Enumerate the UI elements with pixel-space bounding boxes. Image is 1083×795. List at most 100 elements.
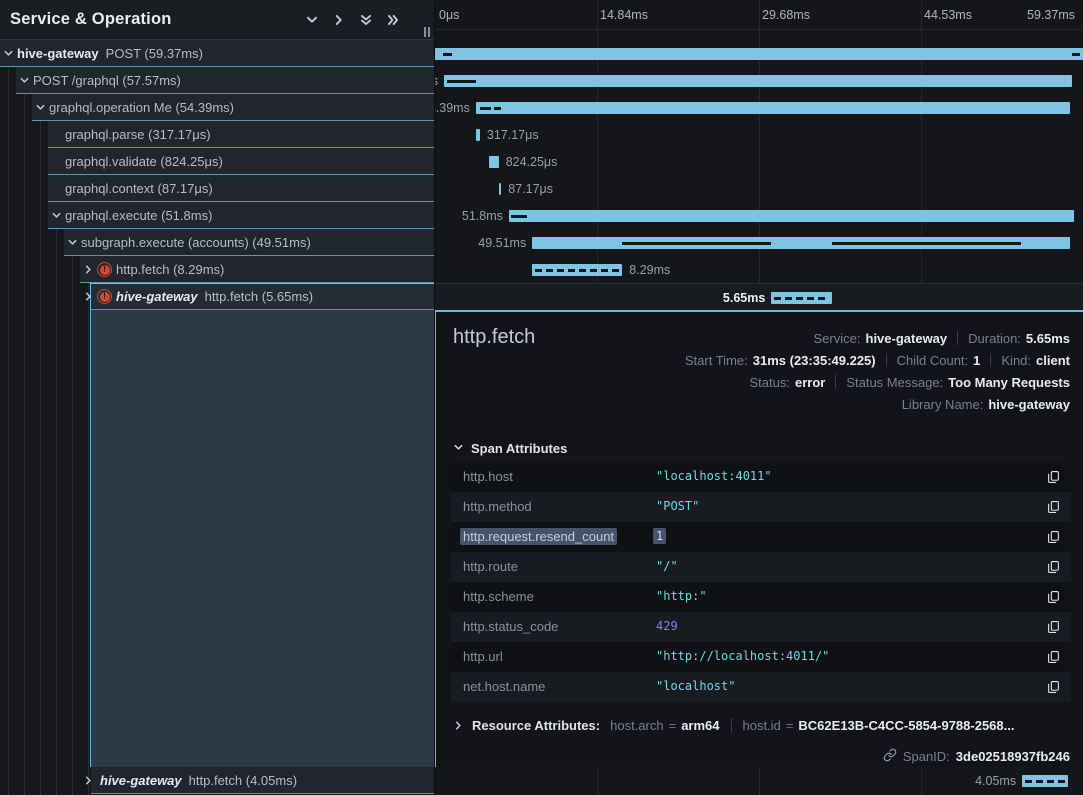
span-bar[interactable] xyxy=(532,264,622,276)
timeline-span-row[interactable]: 4.05ms xyxy=(435,767,1083,794)
child-span-mark xyxy=(511,215,527,218)
chevron-right-icon[interactable] xyxy=(83,775,94,786)
span-duration-label: 317.17μs xyxy=(487,128,539,142)
tree-row[interactable]: hive-gatewayhttp.fetch (4.05ms) xyxy=(0,767,434,794)
attribute-row[interactable]: http.status_code 429 xyxy=(451,612,1071,642)
span-id-value: 3de02518937fb246 xyxy=(956,749,1070,764)
timeline-span-row[interactable] xyxy=(435,40,1083,67)
span-bar[interactable] xyxy=(489,156,499,168)
copy-button[interactable] xyxy=(1047,590,1060,604)
copy-button[interactable] xyxy=(1047,620,1060,634)
attribute-row[interactable]: http.url "http://localhost:4011/" xyxy=(451,642,1071,672)
tree-row[interactable]: graphql.execute (51.8ms) xyxy=(0,202,434,229)
span-service-name: hive-gateway xyxy=(116,289,198,304)
tree-row[interactable]: graphql.validate (824.25μs) xyxy=(0,148,434,175)
span-bar[interactable] xyxy=(476,129,480,141)
span-bar[interactable] xyxy=(435,48,1083,60)
attribute-row[interactable]: http.route "/" xyxy=(451,552,1071,582)
chevron-down-icon xyxy=(3,48,14,59)
attribute-row[interactable]: http.scheme "http:" xyxy=(451,582,1071,612)
timeline-span-row[interactable]: 54.39ms xyxy=(435,94,1083,121)
timeline-span-row[interactable]: 8.29ms xyxy=(435,256,1083,283)
attribute-value: "localhost" xyxy=(656,679,735,693)
child-span-mark xyxy=(443,53,453,56)
timeline-span-row[interactable]: 49.51ms xyxy=(435,229,1083,256)
copy-button[interactable] xyxy=(1047,530,1060,544)
copy-button[interactable] xyxy=(1047,680,1060,694)
resource-attributes-row[interactable]: Resource Attributes: host.arch=arm64host… xyxy=(453,718,1014,733)
attribute-value: "POST" xyxy=(656,499,699,513)
attribute-row[interactable]: http.method "POST" xyxy=(451,492,1071,522)
span-duration-label: 51.8ms xyxy=(462,209,503,223)
span-operation-name: POST /graphql (57.57ms) xyxy=(33,73,181,88)
meta-label: Child Count: xyxy=(897,353,969,368)
chevrons-down-icon[interactable] xyxy=(359,13,373,27)
span-bar[interactable] xyxy=(444,75,1072,87)
copy-button[interactable] xyxy=(1047,650,1060,664)
child-span-mark xyxy=(832,242,1021,245)
tree-header: Service & Operation xyxy=(0,0,434,40)
chevron-down-icon xyxy=(67,237,78,248)
chevron-right-icon[interactable] xyxy=(83,291,94,302)
tree-row[interactable]: !http.fetch (8.29ms) xyxy=(0,256,434,283)
attribute-key: http.scheme xyxy=(463,589,534,604)
span-bar[interactable] xyxy=(476,102,1070,114)
span-detail-meta: Service:hive-gatewayDuration:5.65msStart… xyxy=(685,327,1070,415)
timeline-span-row[interactable]: 57.57ms xyxy=(435,67,1083,94)
chevrons-right-icon[interactable] xyxy=(386,13,400,27)
meta-value: 31ms (23:35:49.225) xyxy=(753,353,876,368)
meta-value: error xyxy=(795,375,825,390)
chevron-down-icon[interactable] xyxy=(19,75,30,86)
span-operation-name: graphql.operation Me (54.39ms) xyxy=(49,100,234,115)
chevron-right-icon[interactable] xyxy=(83,264,94,275)
span-meta-row: Library Name:hive-gateway xyxy=(685,393,1070,415)
span-bar[interactable] xyxy=(771,292,832,304)
chevron-down-icon[interactable] xyxy=(305,13,319,27)
meta-divider xyxy=(886,353,887,367)
meta-label: Status: xyxy=(750,375,790,390)
span-bar[interactable] xyxy=(532,237,1070,249)
copy-button[interactable] xyxy=(1047,470,1060,484)
span-detail-panel: http.fetch Service:hive-gatewayDuration:… xyxy=(435,310,1083,767)
meta-divider xyxy=(990,353,991,367)
chevron-right-icon[interactable] xyxy=(332,13,346,27)
timeline-span-row[interactable]: 87.17μs xyxy=(435,175,1083,202)
span-attributes-header[interactable]: Span Attributes xyxy=(453,441,567,456)
timeline-span-row[interactable]: 5.65ms xyxy=(435,283,1083,310)
span-bar[interactable] xyxy=(499,183,501,195)
attribute-row[interactable]: http.request.resend_count 1 xyxy=(451,522,1071,552)
chevron-down-icon xyxy=(453,441,464,456)
tree-row[interactable]: hive-gatewayPOST (59.37ms) xyxy=(0,40,434,67)
copy-button[interactable] xyxy=(1047,560,1060,574)
copy-button[interactable] xyxy=(1047,500,1060,514)
chevron-down-icon[interactable] xyxy=(35,102,46,113)
child-span-mark xyxy=(480,107,491,110)
timeline-span-row[interactable]: 51.8ms xyxy=(435,202,1083,229)
tree-row[interactable]: !hive-gatewayhttp.fetch (5.65ms) xyxy=(0,283,434,310)
span-bar[interactable] xyxy=(1022,775,1068,787)
span-duration-label: 54.39ms xyxy=(435,101,470,115)
tree-row[interactable]: graphql.context (87.17μs) xyxy=(0,175,434,202)
tree-row[interactable]: graphql.operation Me (54.39ms) xyxy=(0,94,434,121)
tree-row[interactable]: subgraph.execute (accounts) (49.51ms) xyxy=(0,229,434,256)
chevron-down-icon[interactable] xyxy=(3,48,14,59)
child-span-marks xyxy=(535,269,619,272)
meta-label: Library Name: xyxy=(902,397,984,412)
attribute-value: "http://localhost:4011/" xyxy=(656,649,829,663)
chevron-down-icon[interactable] xyxy=(51,210,62,221)
attribute-row[interactable]: net.host.name "localhost" xyxy=(451,672,1071,702)
chevron-down-icon[interactable] xyxy=(67,237,78,248)
tree-row[interactable]: POST /graphql (57.57ms) xyxy=(0,67,434,94)
timeline-tick-label: 59.37ms xyxy=(1027,8,1075,22)
attribute-key: http.url xyxy=(463,649,503,664)
chevron-right-icon xyxy=(332,13,346,27)
attribute-row[interactable]: http.host "localhost:4011" xyxy=(451,462,1071,492)
timeline-span-row[interactable]: 317.17μs xyxy=(435,121,1083,148)
span-bar[interactable] xyxy=(509,210,1074,222)
panel-resize-grip[interactable] xyxy=(424,27,430,37)
span-duration-label: 5.65ms xyxy=(723,291,765,305)
tree-row[interactable]: graphql.parse (317.17μs) xyxy=(0,121,434,148)
attribute-value: 429 xyxy=(656,619,678,633)
span-operation-name: graphql.validate (824.25μs) xyxy=(65,154,223,169)
timeline-span-row[interactable]: 824.25μs xyxy=(435,148,1083,175)
